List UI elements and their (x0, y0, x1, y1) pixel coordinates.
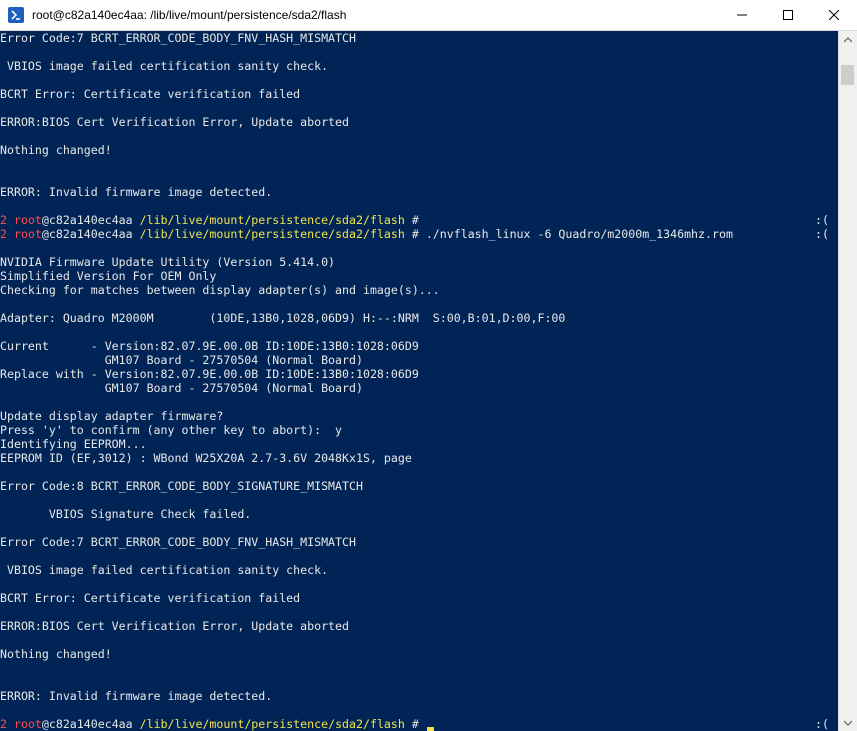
vertical-scrollbar[interactable] (838, 31, 857, 731)
console-line: Replace with - Version:82.07.9E.00.0B ID… (0, 367, 419, 381)
scroll-down-button[interactable] (839, 714, 857, 731)
console-line: Simplified Version For OEM Only (0, 269, 217, 283)
chevron-up-icon (844, 36, 852, 42)
console-line: Error Code:7 BCRT_ERROR_CODE_BODY_FNV_HA… (0, 535, 356, 549)
powershell-icon (8, 7, 24, 23)
console-line: Current - Version:82.07.9E.00.0B ID:10DE… (0, 339, 419, 353)
terminal-window: root@c82a140ec4aa: /lib/live/mount/persi… (0, 0, 857, 731)
maximize-button[interactable] (765, 0, 811, 30)
title-bar[interactable]: root@c82a140ec4aa: /lib/live/mount/persi… (0, 0, 857, 31)
prompt-user: root (13, 717, 42, 731)
console-line: Nothing changed! (0, 143, 112, 157)
minimize-icon (737, 14, 747, 16)
prompt-status: :( (815, 227, 829, 241)
prompt-user: root (13, 227, 42, 241)
console-line: Checking for matches between display ada… (0, 283, 440, 297)
console-line: Error Code:8 BCRT_ERROR_CODE_BODY_SIGNAT… (0, 479, 363, 493)
close-button[interactable] (811, 0, 857, 30)
console-line: Press 'y' to confirm (any other key to a… (0, 423, 343, 437)
close-icon (829, 10, 839, 20)
console-output[interactable]: Error Code:7 BCRT_ERROR_CODE_BODY_FNV_HA… (0, 31, 839, 731)
prompt-line: 2 root@c82a140ec4aa /lib/live/mount/pers… (0, 717, 839, 731)
text-cursor (426, 727, 434, 731)
console-line: NVIDIA Firmware Update Utility (Version … (0, 255, 336, 269)
prompt-host: @c82a140ec4aa (41, 213, 133, 227)
console-line: ERROR: Invalid firmware image detected. (0, 689, 273, 703)
prompt-path: /lib/live/mount/persistence/sda2/flash (139, 227, 405, 241)
console-line: Adapter: Quadro M2000M (10DE,13B0,1028,0… (0, 311, 566, 325)
console-line: Update display adapter firmware? (0, 409, 224, 423)
console-line: ERROR:BIOS Cert Verification Error, Upda… (0, 115, 350, 129)
console-line: ERROR: Invalid firmware image detected. (0, 185, 273, 199)
maximize-icon (783, 10, 793, 20)
console-line: EEPROM ID (EF,3012) : WBond W25X20A 2.7-… (0, 451, 412, 465)
console-line: Error Code:7 BCRT_ERROR_CODE_BODY_FNV_HA… (0, 31, 356, 45)
console-line: VBIOS image failed certification sanity … (0, 563, 329, 577)
prompt-number: 2 (0, 227, 7, 241)
scrollbar-thumb[interactable] (841, 65, 854, 85)
console-line: GM107 Board - 27570504 (Normal Board) (0, 353, 363, 367)
console-line: VBIOS Signature Check failed. (0, 507, 252, 521)
console-line: Nothing changed! (0, 647, 112, 661)
prompt-user: root (13, 213, 42, 227)
prompt-command: # ./nvflash_linux -6 Quadro/m2000m_1346m… (404, 227, 733, 241)
prompt-status: :( (815, 717, 829, 731)
console-line: BCRT Error: Certificate verification fai… (0, 87, 301, 101)
prompt-command: # (404, 213, 419, 227)
minimize-button[interactable] (719, 0, 765, 30)
prompt-host: @c82a140ec4aa (41, 717, 133, 731)
console-line: Identifying EEPROM... (0, 437, 147, 451)
scroll-up-button[interactable] (839, 31, 857, 48)
prompt-number: 2 (0, 213, 7, 227)
prompt-command: # (404, 717, 426, 731)
prompt-line: 2 root@c82a140ec4aa /lib/live/mount/pers… (0, 227, 839, 241)
prompt-line: 2 root@c82a140ec4aa /lib/live/mount/pers… (0, 213, 839, 227)
chevron-down-icon (844, 720, 852, 726)
console-line: ERROR:BIOS Cert Verification Error, Upda… (0, 619, 350, 633)
prompt-host: @c82a140ec4aa (41, 227, 133, 241)
console-line: GM107 Board - 27570504 (Normal Board) (0, 381, 363, 395)
prompt-path: /lib/live/mount/persistence/sda2/flash (139, 717, 405, 731)
prompt-path: /lib/live/mount/persistence/sda2/flash (139, 213, 405, 227)
window-title: root@c82a140ec4aa: /lib/live/mount/persi… (32, 8, 347, 22)
prompt-number: 2 (0, 717, 7, 731)
console-line: VBIOS image failed certification sanity … (0, 59, 329, 73)
console-line: BCRT Error: Certificate verification fai… (0, 591, 301, 605)
prompt-status: :( (815, 213, 829, 227)
